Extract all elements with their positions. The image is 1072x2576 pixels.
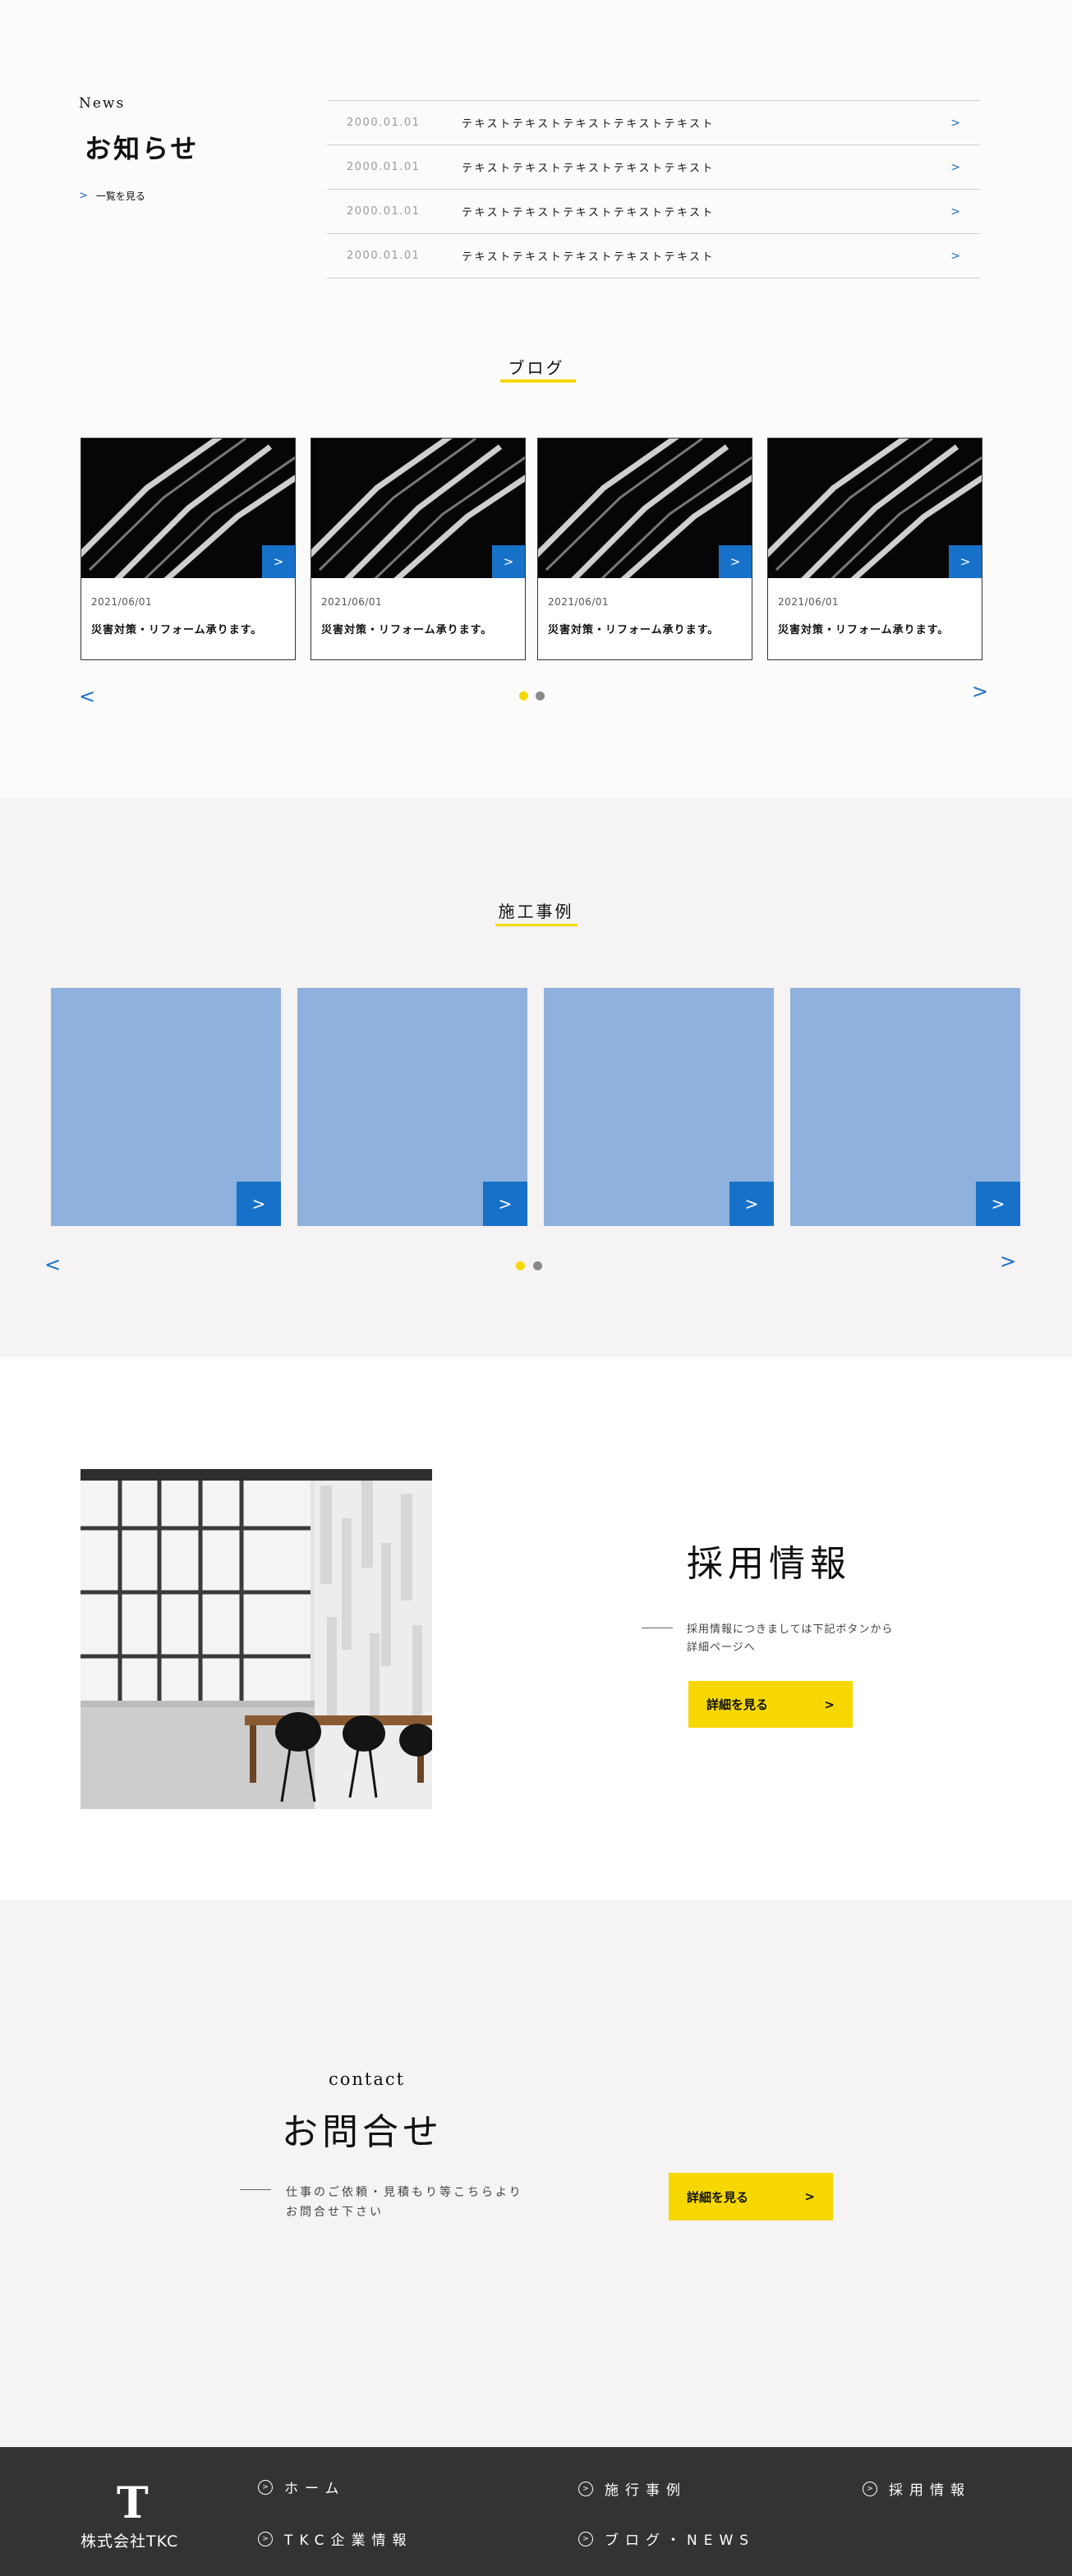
news-text: テキストテキストテキストテキストテキスト xyxy=(462,251,715,264)
contact-rule xyxy=(240,2189,271,2190)
blog-prev-arrow[interactable]: < xyxy=(79,685,95,708)
news-item[interactable]: 2000.01.01 テキストテキストテキストテキストテキスト > xyxy=(327,190,980,234)
news-date: 2000.01.01 xyxy=(347,205,421,218)
recruit-description: 採用情報につきましては下記ボタンから 詳細ページへ xyxy=(687,1621,893,1657)
recruit-title: 採用情報 xyxy=(687,1543,851,1585)
chevron-right-icon: > xyxy=(79,190,88,202)
contact-section xyxy=(0,1900,1072,2447)
blog-card[interactable]: > 2021/06/01 災害対策・リフォーム承ります。 xyxy=(81,438,296,660)
contact-desc-line: 仕事のご依頼・見積もり等こちらより xyxy=(286,2186,523,2199)
footer-link-works[interactable]: > 施行事例 xyxy=(578,2478,687,2499)
works-prev-arrow[interactable]: < xyxy=(44,1253,61,1276)
footer-link-label: TKC企業情報 xyxy=(284,2532,413,2549)
blog-next-arrow[interactable]: > xyxy=(972,680,988,703)
works-title: 施工事例 xyxy=(498,902,574,921)
blog-card-date: 2021/06/01 xyxy=(548,596,610,608)
work-card-arrow-button[interactable]: > xyxy=(729,1182,774,1226)
work-card-arrow-button[interactable]: > xyxy=(237,1182,281,1226)
news-date: 2000.01.01 xyxy=(347,117,421,129)
news-item[interactable]: 2000.01.01 テキストテキストテキストテキストテキスト > xyxy=(327,101,980,145)
blog-pagination-dot-active[interactable] xyxy=(519,691,528,700)
news-title: お知らせ xyxy=(85,133,200,164)
blog-card-image: > xyxy=(311,439,525,578)
footer-link-recruit[interactable]: > 採用情報 xyxy=(863,2478,971,2499)
contact-detail-button[interactable]: 詳細を見る > xyxy=(669,2173,833,2220)
contact-title: お問合せ xyxy=(282,2111,443,2153)
company-logo-mark[interactable]: T xyxy=(117,2478,149,2528)
chevron-right-icon: > xyxy=(950,116,960,130)
circle-chevron-icon: > xyxy=(258,2531,273,2546)
footer: T 株式会社TKC > ホーム > 施行事例 > 採用情報 > TKC企業情報 … xyxy=(0,2447,1072,2576)
blog-card-image: > xyxy=(81,439,295,578)
works-pagination-dot-active[interactable] xyxy=(516,1261,525,1270)
chevron-right-icon: > xyxy=(950,204,960,218)
news-more-link[interactable]: > 一覧を見る xyxy=(79,189,145,203)
works-next-arrow[interactable]: > xyxy=(1000,1250,1016,1273)
blog-card-title: 災害対策・リフォーム承ります。 xyxy=(778,624,950,636)
chevron-right-icon: > xyxy=(824,1697,835,1712)
news-date: 2000.01.01 xyxy=(347,161,421,173)
contact-label-en: contact xyxy=(329,2069,406,2089)
work-card-arrow-button[interactable]: > xyxy=(976,1182,1020,1226)
footer-link-company[interactable]: > TKC企業情報 xyxy=(258,2528,412,2549)
news-more-label: 一覧を見る xyxy=(95,191,145,202)
footer-link-label: 施行事例 xyxy=(605,2482,687,2499)
recruit-detail-button-label: 詳細を見る xyxy=(706,1697,769,1712)
blog-card-arrow-button[interactable]: > xyxy=(949,545,982,578)
blog-card[interactable]: > 2021/06/01 災害対策・リフォーム承ります。 xyxy=(311,438,526,660)
news-label-en: News xyxy=(79,95,126,112)
circle-chevron-icon: > xyxy=(578,2481,593,2496)
contact-description: 仕事のご依頼・見積もり等こちらより お問合せ下さい xyxy=(286,2183,523,2222)
blog-card-arrow-button[interactable]: > xyxy=(492,545,525,578)
news-text: テキストテキストテキストテキストテキスト xyxy=(462,118,715,131)
chevron-right-icon: > xyxy=(950,160,960,174)
footer-link-home[interactable]: > ホーム xyxy=(258,2477,346,2497)
news-item[interactable]: 2000.01.01 テキストテキストテキストテキストテキスト > xyxy=(327,145,980,190)
work-card[interactable]: > xyxy=(544,988,774,1226)
work-card[interactable]: > xyxy=(790,988,1020,1226)
blog-card[interactable]: > 2021/06/01 災害対策・リフォーム承ります。 xyxy=(767,438,982,660)
work-card-arrow-button[interactable]: > xyxy=(483,1182,527,1226)
blog-card-title: 災害対策・リフォーム承ります。 xyxy=(548,624,720,636)
news-list: 2000.01.01 テキストテキストテキストテキストテキスト > 2000.0… xyxy=(327,100,980,278)
recruit-desc-line: 詳細ページへ xyxy=(687,1642,756,1654)
blog-card-date: 2021/06/01 xyxy=(321,596,383,608)
blog-card-arrow-button[interactable]: > xyxy=(719,545,752,578)
blog-pagination-dot[interactable] xyxy=(536,691,545,700)
contact-desc-line: お問合せ下さい xyxy=(286,2206,384,2219)
news-date: 2000.01.01 xyxy=(347,250,421,262)
footer-link-label: ホーム xyxy=(284,2481,346,2497)
company-name[interactable]: 株式会社TKC xyxy=(81,2529,178,2551)
news-item[interactable]: 2000.01.01 テキストテキストテキストテキストテキスト > xyxy=(327,234,980,278)
footer-link-blog[interactable]: > ブログ・NEWS xyxy=(578,2528,755,2549)
recruit-photo xyxy=(81,1469,432,1809)
blog-card-date: 2021/06/01 xyxy=(778,596,840,608)
footer-link-label: ブログ・NEWS xyxy=(605,2532,756,2549)
circle-chevron-icon: > xyxy=(258,2479,273,2495)
circle-chevron-icon: > xyxy=(863,2481,877,2496)
blog-card-image: > xyxy=(768,439,982,578)
blog-title-underline xyxy=(500,379,576,383)
circle-chevron-icon: > xyxy=(578,2531,593,2546)
recruit-detail-button[interactable]: 詳細を見る > xyxy=(688,1681,853,1728)
blog-card-date: 2021/06/01 xyxy=(91,596,153,608)
contact-detail-button-label: 詳細を見る xyxy=(687,2189,749,2205)
blog-card[interactable]: > 2021/06/01 災害対策・リフォーム承ります。 xyxy=(537,438,752,660)
work-card[interactable]: > xyxy=(297,988,527,1226)
recruit-desc-line: 採用情報につきましては下記ボタンから xyxy=(687,1623,894,1636)
news-text: テキストテキストテキストテキストテキスト xyxy=(462,207,715,219)
works-pagination-dot[interactable] xyxy=(533,1261,542,1270)
blog-card-title: 災害対策・リフォーム承ります。 xyxy=(91,624,263,636)
blog-title: ブログ xyxy=(508,358,565,378)
chevron-right-icon: > xyxy=(804,2189,815,2204)
works-title-underline xyxy=(495,924,577,926)
blog-card-arrow-button[interactable]: > xyxy=(262,545,295,578)
blog-card-image: > xyxy=(538,439,752,578)
blog-card-title: 災害対策・リフォーム承ります。 xyxy=(321,624,493,636)
work-card[interactable]: > xyxy=(51,988,281,1226)
footer-link-label: 採用情報 xyxy=(889,2482,971,2499)
news-text: テキストテキストテキストテキストテキスト xyxy=(462,163,715,175)
chevron-right-icon: > xyxy=(950,249,960,263)
